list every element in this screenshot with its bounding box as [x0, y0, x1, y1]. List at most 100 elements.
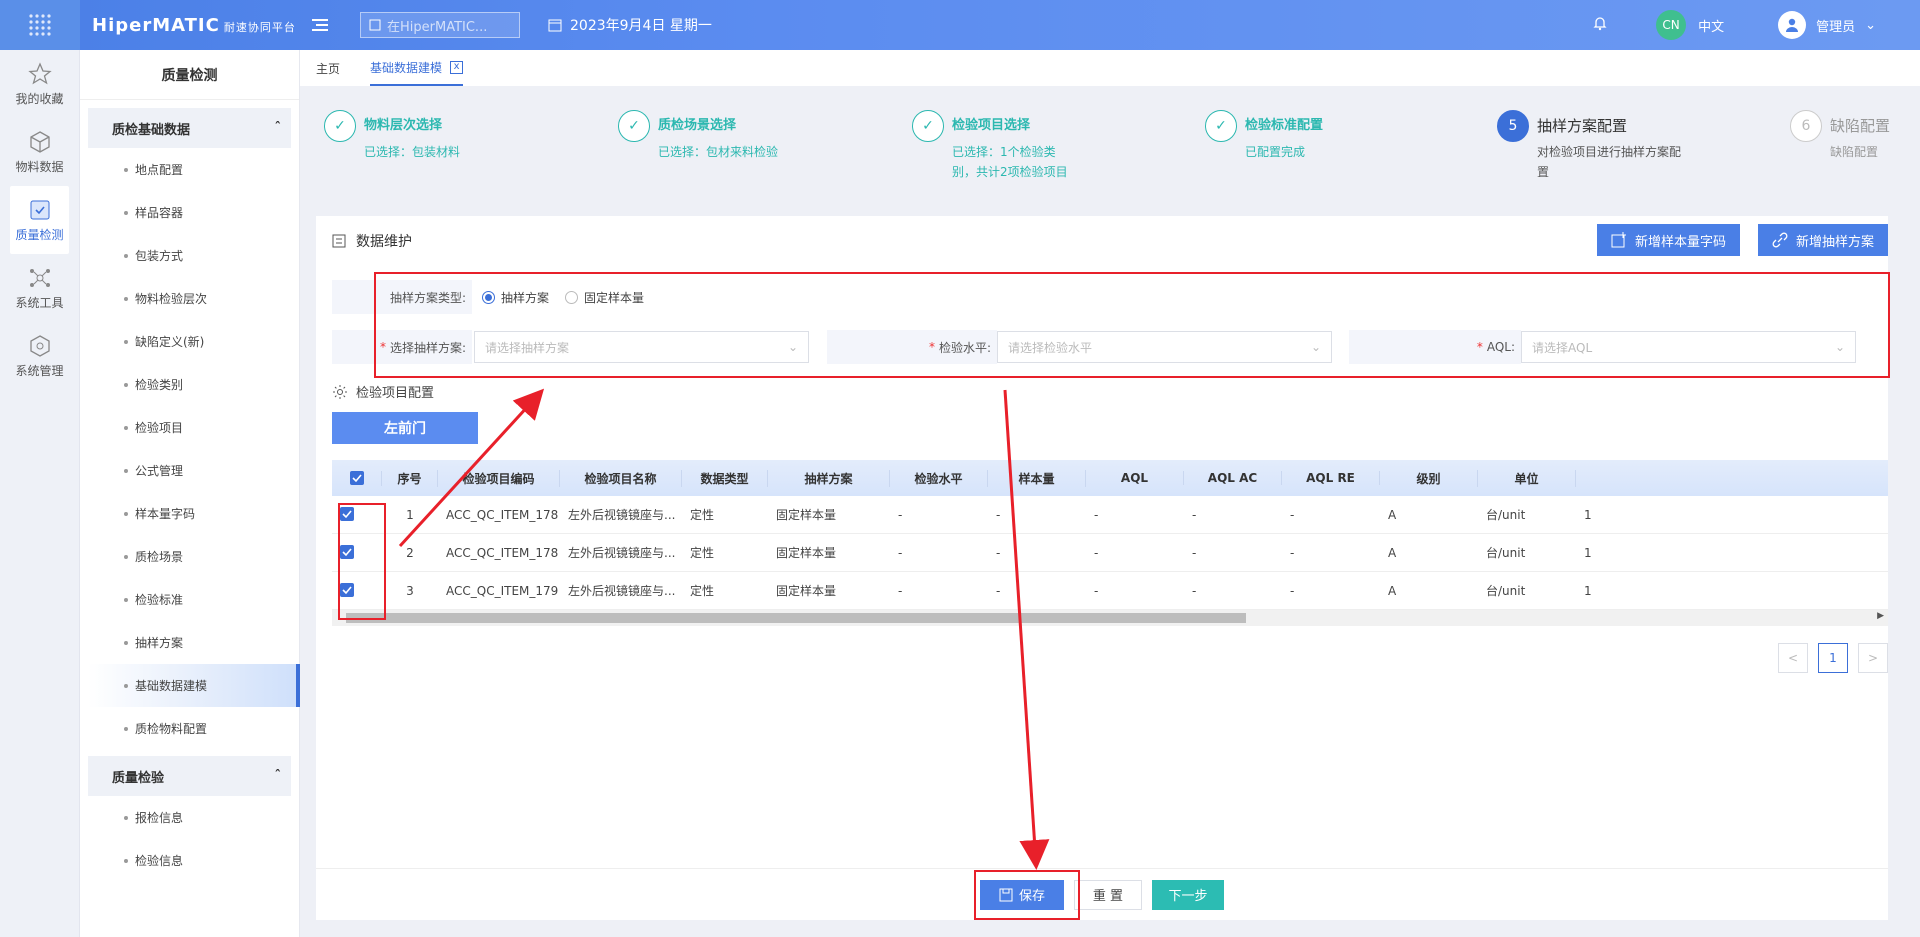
column-header: 抽样方案	[768, 469, 890, 487]
column-header: 序号	[382, 469, 438, 487]
row-checkbox[interactable]	[332, 545, 382, 560]
column-header: 样本量	[988, 469, 1086, 487]
row-checkbox[interactable]	[332, 507, 382, 522]
table-cell: 台/unit	[1486, 546, 1526, 560]
sidebar-item[interactable]: 缺陷定义(新)	[80, 320, 299, 363]
network-icon	[29, 268, 50, 287]
sidebar-item[interactable]: 样品容器	[80, 191, 299, 234]
column-header: AQL	[1086, 471, 1184, 485]
add-box-icon	[1611, 232, 1626, 248]
save-icon	[999, 888, 1013, 901]
select-all-checkbox[interactable]	[332, 470, 382, 486]
prev-page-button[interactable]: <	[1778, 643, 1808, 673]
sidebar-item[interactable]: 抽样方案	[80, 621, 299, 664]
table-cell: -	[1192, 545, 1197, 560]
sidebar-item[interactable]: 报检信息	[80, 796, 299, 839]
sidebar-item[interactable]: 质检场景	[80, 535, 299, 578]
radio-sampling-plan[interactable]: 抽样方案	[482, 289, 549, 306]
step-1[interactable]: ✓ 物料层次选择 已选择：包装材料	[324, 110, 494, 162]
sidebar-item[interactable]: 检验类别	[80, 363, 299, 406]
add-sample-code-button[interactable]: 新增样本量字码	[1596, 224, 1740, 256]
table-cell: 左外后视镜镜座与...	[568, 546, 676, 560]
step-2[interactable]: ✓ 质检场景选择 已选择：包材来料检验	[618, 110, 798, 162]
radio-fixed-sample[interactable]: 固定样本量	[565, 289, 644, 306]
step-4[interactable]: ✓ 检验标准配置 已配置完成	[1205, 110, 1375, 162]
table-cell: -	[898, 545, 903, 560]
page-number[interactable]: 1	[1818, 643, 1848, 673]
table-row[interactable]: 2 ACC_QC_ITEM_178 左外后视镜镜座与... 定性 固定样本量 - - - - - A…	[332, 534, 1888, 572]
table-cell: 1	[1584, 583, 1592, 598]
table-cell: -	[1290, 583, 1295, 598]
row-checkbox[interactable]	[332, 583, 382, 598]
sidebar-item[interactable]: 包装方式	[80, 234, 299, 277]
sidebar-item[interactable]: 基础数据建模	[88, 664, 300, 707]
table-cell: A	[1388, 507, 1397, 522]
pagination: < 1 >	[1778, 643, 1888, 673]
table-cell: -	[1094, 583, 1099, 598]
sidebar-item[interactable]: 质检物料配置	[80, 707, 299, 750]
next-step-button[interactable]: 下一步	[1152, 879, 1224, 910]
rail-item-favorites[interactable]: 我的收藏	[0, 50, 79, 118]
bell-icon[interactable]	[1592, 15, 1608, 35]
user-menu[interactable]: 管理员 ⌄	[1778, 11, 1876, 39]
close-icon[interactable]: x	[450, 60, 464, 74]
item-config-title: 检验项目配置	[332, 382, 434, 401]
sampling-plan-select[interactable]: 请选择抽样方案 ⌄	[474, 331, 809, 363]
table-cell: -	[996, 507, 1001, 522]
table-cell: 固定样本量	[776, 508, 837, 522]
table-cell: ACC_QC_ITEM_179	[446, 583, 559, 598]
table-cell: A	[1388, 583, 1397, 598]
table-cell: 左外后视镜镜座与...	[568, 584, 676, 598]
rail-item-tools[interactable]: 系统工具	[0, 254, 79, 322]
sidebar-item[interactable]: 地点配置	[80, 148, 299, 191]
table-cell: 1	[406, 507, 414, 522]
menu-toggle-icon[interactable]	[300, 18, 340, 32]
list-icon	[332, 234, 346, 248]
table-header: 序号 检验项目编码 检验项目名称 数据类型 抽样方案 检验水平 样本量 AQL AQL AC AQ…	[332, 460, 1888, 496]
sidebar-group-inspection[interactable]: 质量检验 ˆ	[88, 756, 291, 796]
sidebar-item[interactable]: 样本量字码	[80, 492, 299, 535]
rail-item-quality[interactable]: 质量检测	[10, 186, 69, 254]
table-cell: 固定样本量	[776, 546, 837, 560]
save-button[interactable]: 保存	[980, 879, 1064, 910]
step-6[interactable]: 6 缺陷配置 缺陷配置	[1790, 110, 1910, 162]
tab-home[interactable]: 主页	[316, 50, 340, 86]
table-cell: -	[1290, 507, 1295, 522]
apps-grid-icon[interactable]	[0, 0, 80, 50]
sidebar-item[interactable]: 公式管理	[80, 449, 299, 492]
rail-item-material[interactable]: 物料数据	[0, 118, 79, 186]
add-sampling-plan-button[interactable]: 新增抽样方案	[1757, 224, 1888, 256]
column-header: 数据类型	[682, 469, 768, 487]
global-search-input[interactable]: 在HiperMATIC...	[360, 12, 520, 38]
sidebar-item[interactable]: 检验信息	[80, 839, 299, 882]
table-cell: ACC_QC_ITEM_178	[446, 507, 559, 522]
table-cell: 左外后视镜镜座与...	[568, 508, 676, 522]
sidebar-title: 质量检测	[80, 50, 299, 100]
plan-select-row: * 选择抽样方案: 请选择抽样方案 ⌄ * 检验水平: 请选择检验水平 ⌄ * AQL: …	[332, 330, 1856, 364]
check-icon: ✓	[912, 110, 944, 142]
horizontal-scrollbar[interactable]: ▶	[332, 610, 1888, 626]
table-cell: ACC_QC_ITEM_178	[446, 545, 559, 560]
sidebar-group-basic-data[interactable]: 质检基础数据 ˆ	[88, 108, 291, 148]
sidebar-item[interactable]: 物料检验层次	[80, 277, 299, 320]
inspection-level-select[interactable]: 请选择检验水平 ⌄	[997, 331, 1332, 363]
table-row[interactable]: 3 ACC_QC_ITEM_179 左外后视镜镜座与... 定性 固定样本量 - - - - - A…	[332, 572, 1888, 610]
tab-data-modeling[interactable]: 基础数据建模 x	[370, 50, 464, 86]
rail-item-system[interactable]: 系统管理	[0, 322, 79, 390]
gear-icon	[333, 384, 347, 399]
table-row[interactable]: 1 ACC_QC_ITEM_178 左外后视镜镜座与... 定性 固定样本量 - - - - - A…	[332, 496, 1888, 534]
table-cell: -	[1192, 583, 1197, 598]
sidebar-item[interactable]: 检验项目	[80, 406, 299, 449]
step-5-current[interactable]: 5 抽样方案配置 对检验项目进行抽样方案配置	[1497, 110, 1687, 182]
hexagon-icon	[29, 334, 50, 357]
next-page-button[interactable]: >	[1858, 643, 1888, 673]
step-3[interactable]: ✓ 检验项目选择 已选择：1个检验类别，共计2项检验项目	[912, 110, 1076, 182]
table-cell: 固定样本量	[776, 584, 837, 598]
column-header: 检验项目名称	[560, 469, 682, 487]
language-switcher[interactable]: CN 中文	[1656, 10, 1724, 40]
left-front-door-button[interactable]: 左前门	[332, 412, 478, 444]
chevron-up-icon: ˆ	[274, 120, 282, 136]
sidebar-item[interactable]: 检验标准	[80, 578, 299, 621]
aql-select[interactable]: 请选择AQL ⌄	[1521, 331, 1856, 363]
reset-button[interactable]: 重 置	[1074, 879, 1142, 910]
